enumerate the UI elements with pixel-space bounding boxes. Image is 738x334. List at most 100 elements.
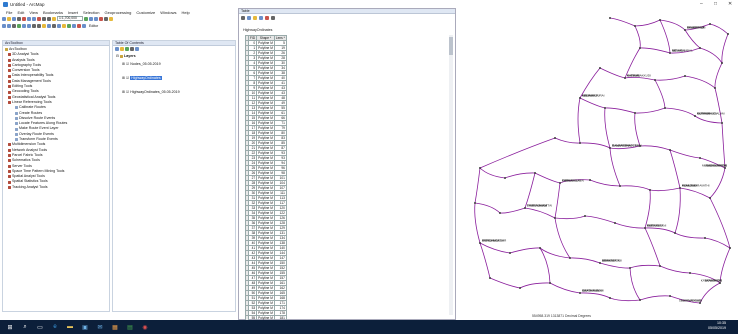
table-row[interactable]: 30 Polyline M 111 bbox=[245, 190, 287, 196]
cut-icon[interactable] bbox=[22, 16, 26, 21]
clear-table-selection-icon[interactable] bbox=[265, 15, 269, 20]
road-network-map[interactable]: BAVATIPALASITHALAMBALKATTURMELAURKOTHAMA… bbox=[460, 8, 738, 312]
road-segment[interactable] bbox=[634, 107, 666, 114]
cell-shape[interactable]: Polyline M bbox=[256, 40, 275, 46]
road-segment[interactable] bbox=[664, 107, 696, 117]
menu-view[interactable]: View bbox=[29, 10, 38, 15]
town-node[interactable] bbox=[579, 97, 581, 99]
cell-shape[interactable]: Polyline M bbox=[256, 90, 275, 96]
road-segment[interactable] bbox=[709, 23, 729, 35]
toc-layer-highway-ordinates[interactable]: ⊞ ☑ HighwayOrdinates bbox=[116, 74, 235, 82]
collapse-icon[interactable]: ⊟ bbox=[116, 54, 119, 58]
zoom-in-icon[interactable] bbox=[2, 23, 6, 28]
cell-shape[interactable]: Polyline M bbox=[256, 100, 275, 106]
table-row[interactable]: 36 Polyline M 128 bbox=[245, 220, 287, 226]
town-node[interactable] bbox=[579, 292, 581, 294]
road-segment[interactable] bbox=[699, 282, 721, 304]
town-node[interactable] bbox=[694, 115, 696, 117]
road-segment[interactable] bbox=[504, 172, 536, 179]
road-segment[interactable] bbox=[604, 107, 611, 149]
menu-customize[interactable]: Customize bbox=[136, 10, 155, 15]
redo-icon[interactable] bbox=[47, 16, 51, 21]
explorer-icon[interactable]: ▬ bbox=[65, 322, 75, 332]
copy-icon[interactable] bbox=[27, 16, 31, 21]
road-segment[interactable] bbox=[634, 19, 661, 27]
pan-icon[interactable] bbox=[12, 23, 16, 28]
town-node[interactable] bbox=[609, 17, 611, 19]
cell-shape[interactable]: Polyline M bbox=[256, 245, 275, 251]
road-segment[interactable] bbox=[554, 137, 581, 144]
road-segment[interactable] bbox=[659, 19, 671, 54]
road-segment[interactable] bbox=[629, 264, 661, 269]
cell-shape[interactable]: Polyline M bbox=[256, 300, 275, 306]
town-node[interactable] bbox=[499, 212, 501, 214]
menu-geoprocessing[interactable]: Geoprocessing bbox=[104, 10, 131, 15]
town-node[interactable] bbox=[669, 149, 671, 151]
open-icon[interactable] bbox=[7, 16, 11, 21]
store-icon[interactable]: ▣ bbox=[80, 322, 90, 332]
town-node[interactable] bbox=[554, 137, 556, 139]
related-tables-icon[interactable] bbox=[247, 15, 251, 20]
road-segment[interactable] bbox=[654, 79, 666, 109]
road-segment[interactable] bbox=[644, 189, 651, 229]
town-node[interactable] bbox=[649, 189, 651, 191]
road-segment[interactable] bbox=[479, 167, 506, 179]
cell-shape[interactable]: Polyline M bbox=[256, 190, 275, 196]
town-node[interactable] bbox=[589, 179, 591, 181]
print-icon[interactable] bbox=[17, 16, 21, 21]
town-node[interactable] bbox=[604, 107, 606, 109]
cell-shape[interactable]: Polyline M bbox=[256, 270, 275, 276]
town-node[interactable] bbox=[699, 47, 701, 49]
cell-shape[interactable]: Polyline M bbox=[256, 145, 275, 151]
table-row[interactable]: 51 Polyline M 168 bbox=[245, 295, 287, 301]
zoom-out-icon[interactable] bbox=[7, 23, 11, 28]
town-node[interactable] bbox=[664, 107, 666, 109]
list-by-source-icon[interactable] bbox=[120, 47, 124, 51]
road-segment[interactable] bbox=[554, 217, 571, 259]
road-segment[interactable] bbox=[684, 29, 701, 49]
road-segment[interactable] bbox=[579, 97, 606, 109]
arcmap-icon[interactable]: ◉ bbox=[140, 322, 150, 332]
town-node[interactable] bbox=[614, 222, 616, 224]
minimize-button[interactable]: – bbox=[700, 1, 703, 7]
toolbox-item[interactable]: Tracking Analyst Tools bbox=[5, 185, 109, 190]
table-row[interactable]: 45 Polyline M 152 bbox=[245, 265, 287, 271]
town-node[interactable] bbox=[489, 277, 491, 279]
cell-shape[interactable]: Polyline M bbox=[256, 220, 275, 226]
road-segment[interactable] bbox=[474, 202, 481, 244]
town-node[interactable] bbox=[609, 297, 611, 299]
town-node[interactable] bbox=[504, 177, 506, 179]
road-segment[interactable] bbox=[579, 142, 611, 149]
town-node[interactable] bbox=[639, 299, 641, 301]
photos-icon[interactable]: ▦ bbox=[110, 322, 120, 332]
table-row[interactable]: 31 Polyline M 113 bbox=[245, 195, 287, 201]
model-builder-icon[interactable] bbox=[109, 16, 113, 21]
table-row[interactable]: 34 Polyline M 122 bbox=[245, 210, 287, 216]
cell-shape[interactable]: Polyline M bbox=[256, 195, 275, 201]
road-segment[interactable] bbox=[639, 145, 671, 151]
road-segment[interactable] bbox=[639, 47, 671, 54]
cell-shape[interactable]: Polyline M bbox=[256, 265, 275, 271]
cell-shape[interactable]: Polyline M bbox=[256, 230, 275, 236]
cell-shape[interactable]: Polyline M bbox=[256, 290, 275, 296]
road-segment[interactable] bbox=[499, 207, 526, 214]
table-row[interactable]: 41 Polyline M 140 bbox=[245, 245, 287, 251]
cell-shape[interactable]: Polyline M bbox=[256, 65, 275, 71]
town-node[interactable] bbox=[659, 265, 661, 267]
cell-shape[interactable]: Polyline M bbox=[256, 160, 275, 166]
road-segment[interactable] bbox=[489, 277, 521, 289]
taskbar-clock[interactable]: 10:35 05/05/2019 bbox=[708, 321, 726, 331]
road-segment[interactable] bbox=[534, 172, 561, 184]
road-segment[interactable] bbox=[644, 227, 676, 234]
town-node[interactable] bbox=[539, 247, 541, 249]
road-segment[interactable] bbox=[704, 237, 731, 249]
menu-selection[interactable]: Selection bbox=[83, 10, 99, 15]
road-segment[interactable] bbox=[644, 227, 661, 267]
new-map-icon[interactable] bbox=[2, 16, 6, 21]
table-options-icon[interactable] bbox=[241, 15, 245, 20]
road-segment[interactable] bbox=[629, 267, 641, 301]
expand-icon[interactable]: ⊞ bbox=[122, 76, 125, 80]
cell-shape[interactable]: Polyline M bbox=[256, 170, 275, 176]
editor-toolbar-icon[interactable] bbox=[84, 16, 88, 21]
cell-shape[interactable]: Polyline M bbox=[256, 295, 275, 301]
